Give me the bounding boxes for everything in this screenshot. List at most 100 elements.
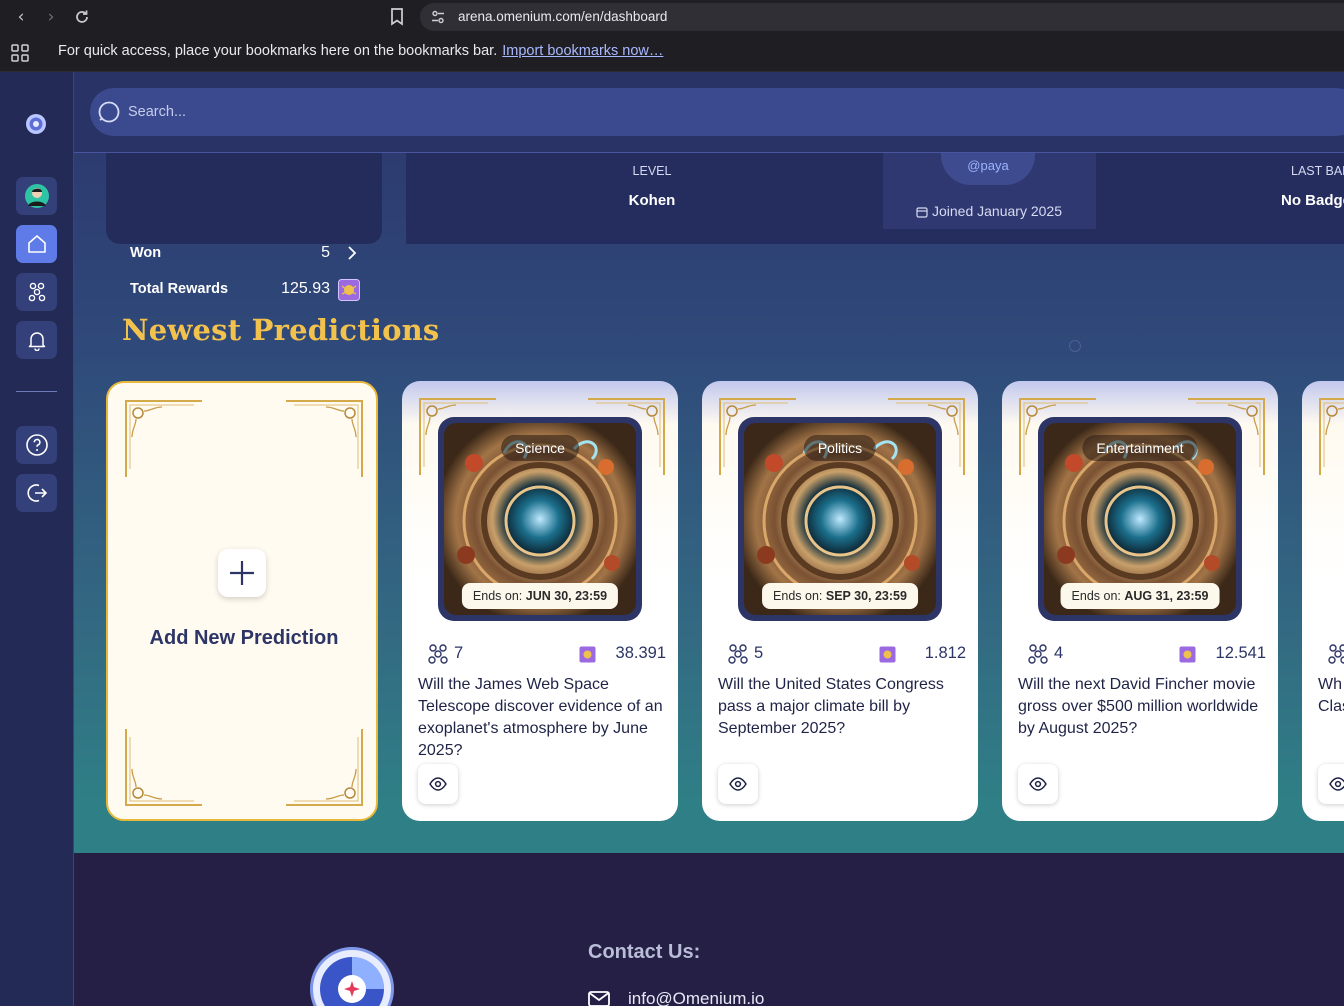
prediction-image-frame[interactable]: Entertainment Ends on: AUG 31, 23:59: [1038, 417, 1242, 621]
prediction-question[interactable]: Will the James Web Space Telescope disco…: [418, 674, 664, 762]
footer: Contact Us: info@Omenium.io: [74, 853, 1344, 1006]
section-title: Newest Predictions: [122, 313, 440, 347]
stat-value: 5: [321, 244, 330, 261]
back-icon[interactable]: ‹: [10, 6, 32, 28]
prediction-question[interactable]: Will the next David Fincher movie gross …: [1018, 674, 1264, 740]
address-bar[interactable]: arena.omenium.com/en/dashboard: [420, 3, 1344, 31]
home-icon: [27, 235, 46, 253]
decorative-ring: [1069, 340, 1081, 352]
omenium-logo-icon[interactable]: [24, 112, 48, 136]
level-label: LEVEL: [632, 164, 672, 178]
participants-icon: [1028, 644, 1048, 664]
ends-on-badge: Ends on: SEP 30, 23:59: [762, 583, 918, 609]
browser-toolbar: ‹ › arena.omenium.com/en/dashboard: [0, 0, 1344, 34]
people-icon: [28, 282, 45, 302]
prediction-card[interactable]: Wh Clas: [1302, 381, 1344, 821]
stats-panel: Won 5 Total Rewards 125.93: [106, 153, 382, 301]
search-input[interactable]: [128, 101, 728, 123]
ornament-corner: [125, 729, 202, 806]
user-handle: @paya: [967, 158, 1009, 173]
footer-logo: [310, 947, 394, 1006]
prediction-meta: 4 12.541: [1026, 643, 1266, 665]
sidebar-item-home[interactable]: [16, 225, 57, 263]
participant-count: 7: [454, 644, 464, 662]
chevron-right-icon[interactable]: [346, 246, 358, 260]
category-badge: Science: [501, 435, 579, 461]
participants-icon: [1328, 644, 1344, 664]
prediction-question[interactable]: Will the United States Congress pass a m…: [718, 674, 964, 740]
stat-won[interactable]: Won 5: [130, 241, 360, 265]
add-prediction-card[interactable]: Add New Prediction: [106, 381, 378, 821]
view-button[interactable]: [1318, 764, 1344, 804]
eye-icon: [729, 777, 747, 791]
pool-amount: 38.391: [615, 644, 666, 662]
eye-icon: [429, 777, 447, 791]
search-icon: [98, 101, 120, 123]
last-badge-value: No Badge: [1281, 192, 1344, 209]
ends-date: JUN 30, 23:59: [525, 589, 608, 603]
stat-label: Total Rewards: [130, 281, 229, 297]
view-button[interactable]: [1018, 764, 1058, 804]
apps-grid-icon[interactable]: [11, 44, 29, 62]
ornament-corner: [1319, 398, 1344, 475]
sidebar-item-notifications[interactable]: [16, 321, 57, 359]
coin-token-icon: [879, 646, 896, 663]
category-badge: Politics: [803, 435, 877, 461]
ornament-corner: [286, 400, 363, 477]
bookmark-star-icon[interactable]: [388, 7, 406, 27]
prediction-image-frame[interactable]: Politics Ends on: SEP 30, 23:59: [738, 417, 942, 621]
mail-icon: [588, 991, 610, 1006]
sidebar-item-community[interactable]: [16, 273, 57, 311]
eye-icon: [1329, 777, 1344, 791]
bookmarks-bar: For quick access, place your bookmarks h…: [0, 34, 1344, 72]
sidebar-item-logout[interactable]: [16, 474, 57, 512]
prediction-question[interactable]: Wh Clas: [1318, 674, 1344, 718]
category-badge: Entertainment: [1082, 435, 1198, 461]
import-bookmarks-link[interactable]: Import bookmarks now…: [502, 43, 663, 59]
prediction-meta: 7 38.391: [426, 643, 666, 665]
prediction-image-frame[interactable]: Science Ends on: JUN 30, 23:59: [438, 417, 642, 621]
stat-label: Won: [130, 245, 162, 261]
ends-prefix: Ends on:: [472, 589, 523, 603]
site-settings-icon[interactable]: [430, 9, 446, 25]
plus-icon: [230, 561, 254, 585]
pool-amount: 12.541: [1215, 644, 1266, 662]
sidebar-divider: [16, 391, 57, 392]
coin-token-icon: [579, 646, 596, 663]
stat-value: 125.93: [281, 280, 330, 297]
app-sidebar: [0, 72, 74, 1006]
last-badge-label: LAST BAD: [1291, 164, 1344, 178]
ends-prefix: Ends on:: [773, 589, 823, 603]
prediction-card[interactable]: Entertainment Ends on: AUG 31, 23:59 4 1…: [1002, 381, 1278, 821]
prediction-card[interactable]: Science Ends on: JUN 30, 23:59 7 38.391 …: [402, 381, 678, 821]
contact-email[interactable]: info@Omenium.io: [628, 989, 764, 1006]
view-button[interactable]: [418, 764, 458, 804]
search-box[interactable]: [90, 88, 1344, 136]
contact-title: Contact Us:: [588, 941, 701, 963]
participants-icon: [728, 644, 748, 664]
eye-icon: [1029, 777, 1047, 791]
ends-date: AUG 31, 23:59: [1124, 589, 1209, 603]
prediction-card[interactable]: Politics Ends on: SEP 30, 23:59 5 1.812 …: [702, 381, 978, 821]
joined-date: Joined January 2025: [916, 203, 1062, 219]
view-button[interactable]: [718, 764, 758, 804]
coin-token-icon: [338, 279, 360, 301]
url-text: arena.omenium.com/en/dashboard: [458, 9, 668, 24]
level-value: Kohen: [628, 192, 676, 209]
joined-text: Joined January 2025: [932, 203, 1062, 219]
ornament-corner: [125, 400, 202, 477]
calendar-icon: [916, 207, 928, 218]
sidebar-profile-avatar[interactable]: [16, 177, 57, 215]
sidebar-item-help[interactable]: [16, 426, 57, 464]
prediction-meta: [1326, 643, 1344, 665]
participants-icon: [428, 644, 448, 664]
forward-icon[interactable]: ›: [40, 6, 62, 28]
prediction-meta: 5 1.812: [726, 643, 966, 665]
ends-on-badge: Ends on: JUN 30, 23:59: [461, 583, 619, 609]
add-prediction-label: Add New Prediction: [149, 627, 339, 649]
add-button[interactable]: [218, 549, 266, 597]
ends-prefix: Ends on:: [1071, 589, 1121, 603]
top-search-bar: [74, 72, 1344, 153]
reload-icon[interactable]: [71, 6, 93, 28]
logout-icon: [26, 484, 47, 502]
